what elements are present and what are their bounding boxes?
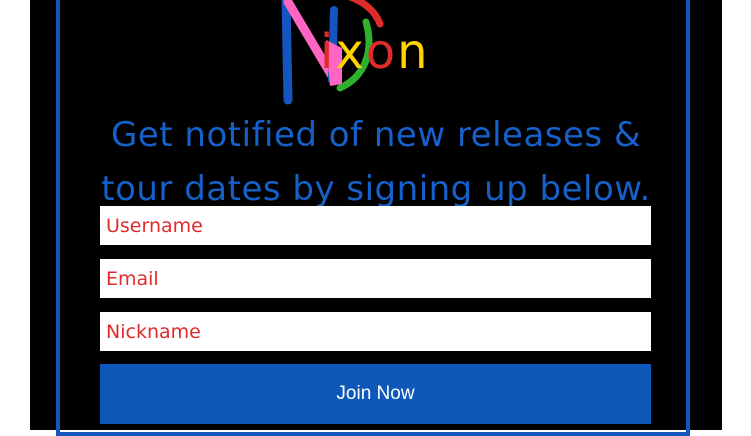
- logo-letter-i: i: [320, 24, 336, 80]
- join-now-button[interactable]: Join Now: [100, 364, 651, 424]
- nickname-input[interactable]: [100, 312, 651, 351]
- signup-headline: Get notified of new releases & tour date…: [101, 115, 651, 209]
- logo-letter-o: o: [365, 24, 398, 80]
- logo-letter-x: x: [335, 24, 366, 80]
- logo-letter-n: n: [397, 24, 430, 80]
- username-input[interactable]: [100, 206, 651, 245]
- logo-wordmark: ixon: [320, 28, 430, 76]
- logo-n-left-stroke: [281, 0, 293, 105]
- email-input[interactable]: [100, 259, 651, 298]
